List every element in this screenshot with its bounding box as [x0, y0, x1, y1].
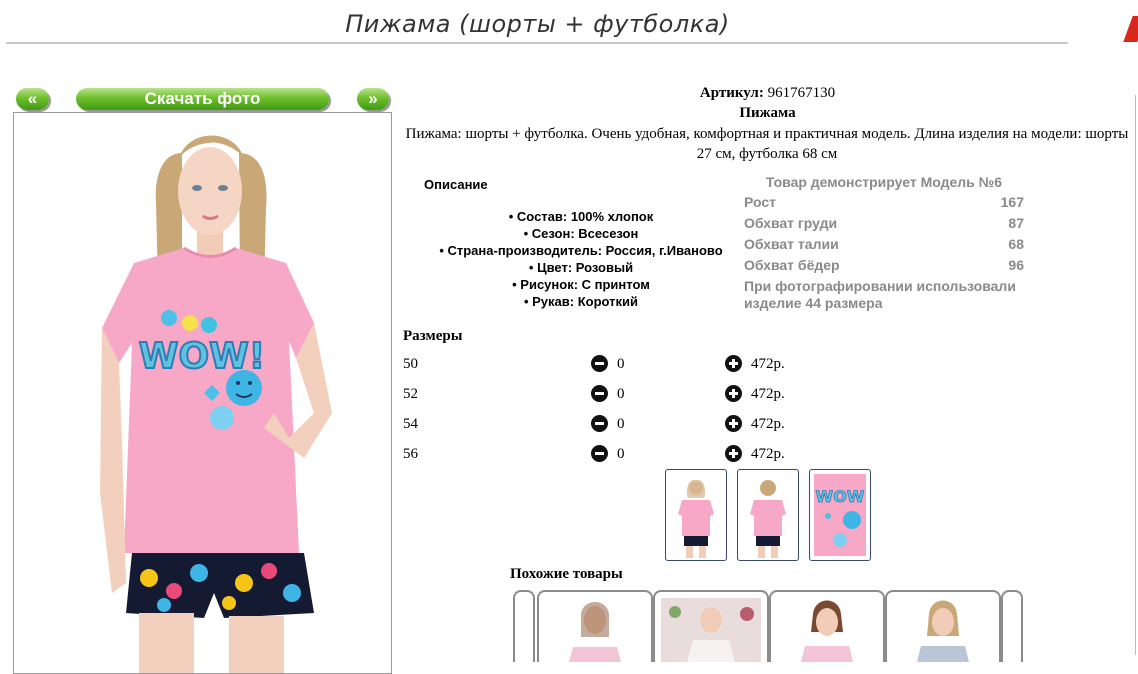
thumbnail-back[interactable] — [737, 469, 799, 561]
quantity-value: 0 — [617, 386, 625, 402]
corner-decoration — [1123, 16, 1138, 42]
model-row-label: Обхват груди — [744, 215, 838, 231]
similar-heading: Похожие товары — [510, 566, 623, 582]
model-row-value: 87 — [1008, 215, 1024, 231]
product-description: Пижама: шорты + футболка. Очень удобная,… — [405, 126, 1129, 162]
similar-product-card[interactable] — [537, 590, 653, 662]
specs-heading: Описание — [424, 177, 488, 192]
model-info: Товар демонстрирует Модель №6 Рост 167 О… — [744, 174, 1024, 312]
spec-item: Сезон: Всесезон — [420, 225, 742, 242]
download-photo-button[interactable]: Скачать фото — [76, 88, 329, 110]
article-line: Артикул: 961767130 — [400, 85, 1135, 102]
model-row: Рост 167 — [744, 194, 1024, 215]
spec-item: Страна-производитель: Россия, г.Иваново — [420, 242, 742, 259]
model-row-label: Обхват бёдер — [744, 257, 840, 273]
model-row-value: 167 — [1000, 194, 1024, 210]
similar-scroll-left[interactable] — [513, 590, 535, 662]
main-product-photo[interactable]: WOW! — [13, 112, 392, 674]
quantity-value: 0 — [617, 446, 625, 462]
similar-product-card[interactable] — [653, 590, 769, 662]
model-row-label: Рост — [744, 194, 776, 210]
prev-photo-button[interactable]: « — [16, 88, 49, 110]
size-price: 472р. — [751, 416, 785, 432]
plus-icon[interactable] — [725, 415, 742, 432]
plus-icon[interactable] — [725, 445, 742, 462]
size-price: 472р. — [751, 356, 785, 372]
quantity-value: 0 — [617, 416, 625, 432]
model-row: Обхват груди 87 — [744, 215, 1024, 236]
article-value: 961767130 — [767, 85, 836, 101]
article-label: Артикул: — [699, 85, 764, 101]
spec-item: Цвет: Розовый — [420, 259, 742, 276]
size-label: 56 — [403, 446, 418, 462]
spec-item: Рукав: Короткий — [420, 293, 742, 310]
title-divider — [6, 42, 1068, 44]
thumbnail-front[interactable] — [665, 469, 727, 561]
minus-icon[interactable] — [591, 385, 608, 402]
quantity-value: 0 — [617, 356, 625, 372]
size-label: 52 — [403, 386, 418, 402]
similar-product-card[interactable] — [769, 590, 885, 662]
model-row-value: 68 — [1008, 236, 1024, 252]
size-label: 54 — [403, 416, 418, 432]
spec-item: Рисунок: С принтом — [420, 276, 742, 293]
plus-icon[interactable] — [725, 385, 742, 402]
model-row-label: Обхват талии — [744, 236, 839, 252]
page-title: Пижама (шорты + футболка) — [345, 10, 730, 38]
spec-item: Состав: 100% хлопок — [420, 208, 742, 225]
next-photo-button[interactable]: » — [357, 88, 389, 110]
minus-icon[interactable] — [591, 355, 608, 372]
sizes-heading: Размеры — [403, 328, 463, 344]
model-row: Обхват бёдер 96 — [744, 257, 1024, 278]
model-heading: Товар демонстрирует Модель №6 — [765, 174, 1003, 190]
plus-icon[interactable] — [725, 355, 742, 372]
model-row-value: 96 — [1008, 257, 1024, 273]
model-note: При фотографировании использовали издели… — [744, 278, 1016, 311]
thumbnail-print[interactable]: WOW — [809, 469, 871, 561]
model-row: Обхват талии 68 — [744, 236, 1024, 257]
minus-icon[interactable] — [591, 445, 608, 462]
size-price: 472р. — [751, 386, 785, 402]
size-price: 472р. — [751, 446, 785, 462]
similar-scroll-right[interactable] — [1001, 590, 1023, 662]
similar-product-card[interactable] — [885, 590, 1001, 662]
minus-icon[interactable] — [591, 415, 608, 432]
product-name: Пижама — [739, 105, 796, 121]
specs-list: Состав: 100% хлопок Сезон: Всесезон Стра… — [420, 208, 742, 310]
size-label: 50 — [403, 356, 418, 372]
svg-text:WOW: WOW — [816, 487, 865, 506]
vertical-divider — [1135, 95, 1136, 655]
